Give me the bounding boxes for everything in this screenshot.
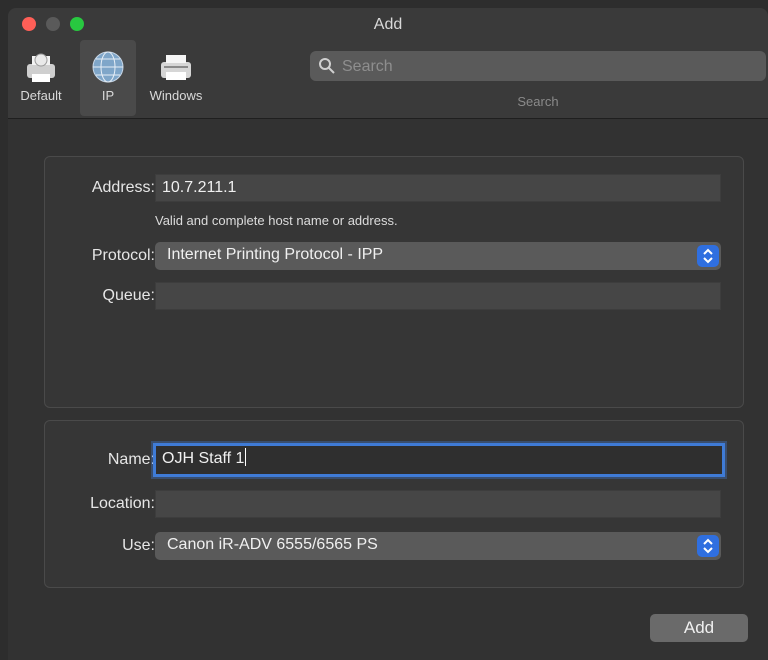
location-label: Location: [90,495,155,512]
toolbar: Add Default IP Windows Search Search [8,8,768,119]
name-label: Name: [107,451,155,468]
toolbar-default-label: Default [20,88,62,103]
default-printer-icon [27,53,55,82]
address-hint: Valid and complete host name or address. [155,213,398,228]
toolbar-ip-label: IP [101,88,115,103]
protocol-popup-chevron-icon [697,245,719,267]
text-cursor [245,448,247,466]
use-value: Canon iR-ADV 6555/6565 PS [167,536,378,553]
search-icon [319,58,335,74]
protocol-label: Protocol: [91,247,155,264]
name-value: OJH Staff 1 [162,450,245,467]
window-title: Add [373,16,403,33]
search-field[interactable] [310,51,766,81]
protocol-value: Internet Printing Protocol - IPP [167,246,384,263]
use-label: Use: [122,537,155,554]
queue-label: Queue: [102,287,155,304]
windows-printer-icon [161,55,191,80]
protocol-select[interactable]: Internet Printing Protocol - IPP [155,242,721,270]
name-field[interactable]: OJH Staff 1 [153,443,725,477]
add-button[interactable]: Add [650,614,748,642]
search-label: Search [517,94,559,109]
add-printer-window: Add Default IP Windows Search Search Add… [8,8,768,660]
location-field[interactable] [155,490,721,518]
queue-field[interactable] [155,282,721,310]
address-label: Address: [91,179,155,196]
toolbar-windows-button[interactable]: Windows [138,40,214,116]
address-field[interactable]: 10.7.211.1 [155,174,721,202]
use-popup-chevron-icon [697,535,719,557]
globe-icon [92,51,124,83]
toolbar-default-button[interactable]: Default [8,40,74,116]
search-input[interactable] [340,55,744,79]
ip-settings-panel: Address: 10.7.211.1 Valid and complete h… [44,156,744,408]
printer-details-panel: Name: OJH Staff 1 Location: Use: Canon i… [44,420,744,588]
use-select[interactable]: Canon iR-ADV 6555/6565 PS [155,532,721,560]
toolbar-ip-button[interactable]: IP [80,40,136,116]
toolbar-windows-label: Windows [149,88,203,103]
